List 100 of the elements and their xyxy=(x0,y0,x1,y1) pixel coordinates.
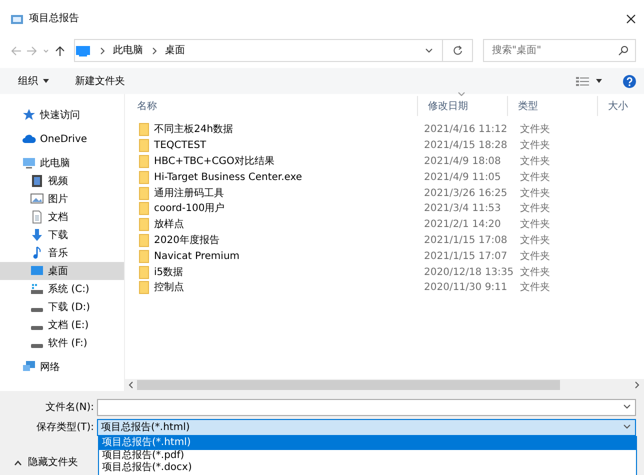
type-cell-text: 文件夹 xyxy=(519,186,551,201)
folder-icon xyxy=(139,266,149,279)
date-cell-text: 2021/2/1 14:20 xyxy=(423,218,502,232)
folder-icon xyxy=(139,250,149,263)
up-arrow-icon xyxy=(54,44,66,56)
date-cell-text: 2021/4/9 18:08 xyxy=(423,154,502,169)
sidebar-item[interactable]: 音乐 xyxy=(0,244,124,262)
help-button[interactable] xyxy=(623,74,636,88)
file-name[interactable]: 控制点 xyxy=(154,280,184,296)
type-cell-text: 文件夹 xyxy=(519,170,551,185)
up-button[interactable] xyxy=(54,44,66,56)
sidebar-item[interactable]: 下载 xyxy=(0,226,124,244)
document-icon xyxy=(30,210,44,224)
back-arrow-icon xyxy=(10,44,22,56)
sidebar-item[interactable]: 视频 xyxy=(0,172,124,190)
folder-icon xyxy=(139,234,149,247)
save-type-dropdown[interactable]: 项目总报告(*.html) xyxy=(97,418,636,436)
view-options-button[interactable] xyxy=(576,76,603,86)
column-header[interactable]: 名称 xyxy=(125,96,418,116)
drive-icon xyxy=(30,282,44,296)
drive-icon xyxy=(30,326,44,330)
cloud-icon xyxy=(22,132,36,146)
sidebar-item[interactable]: 软件 (F:) xyxy=(0,334,124,352)
breadcrumb-item[interactable]: 此电脑 xyxy=(113,43,143,58)
folder-icon xyxy=(139,154,149,168)
dropdown-option[interactable]: 项目总报告(*.html) xyxy=(99,437,636,450)
forward-arrow-icon xyxy=(26,44,38,56)
chevron-right-icon xyxy=(634,381,640,389)
file-name[interactable]: TEQCTEST xyxy=(154,138,206,154)
folder-icon xyxy=(139,218,149,232)
file-name[interactable]: Navicat Premium xyxy=(154,248,240,264)
date-cell-text: 2021/4/9 11:05 xyxy=(423,170,502,185)
sidebar-item[interactable]: 文档 xyxy=(0,208,124,226)
file-name[interactable]: Hi-Target Business Center.exe xyxy=(154,170,302,185)
organize-button[interactable]: 组织 xyxy=(18,74,50,88)
dropdown-option[interactable]: 项目总报告(*.pdf) xyxy=(99,450,636,462)
date-cell-text: 2021/3/26 16:25 xyxy=(423,186,508,201)
caret-down-icon xyxy=(42,78,50,84)
folder-icon xyxy=(139,139,149,152)
type-cell-text: 文件夹 xyxy=(519,218,551,232)
desktop-icon xyxy=(30,264,44,278)
sidebar-item[interactable]: 快速访问 xyxy=(0,106,124,124)
file-name-field[interactable] xyxy=(97,398,636,416)
sidebar-item[interactable]: 图片 xyxy=(0,190,124,208)
help-icon xyxy=(623,74,636,88)
folder-icon xyxy=(139,202,149,216)
refresh-icon xyxy=(452,45,463,56)
search-icon xyxy=(618,45,629,56)
sidebar-item[interactable]: OneDrive xyxy=(0,130,124,148)
type-cell-text: 文件夹 xyxy=(519,202,551,216)
sidebar-item[interactable]: 此电脑 xyxy=(0,154,124,172)
window-title: 项目总报告 xyxy=(29,12,79,26)
computer-icon xyxy=(75,44,91,56)
field-label: 保存类型(T): xyxy=(36,420,95,434)
file-name[interactable]: 不同主板24h数据 xyxy=(154,122,234,138)
file-name[interactable]: coord-100用户 xyxy=(154,201,225,216)
file-name[interactable]: HBC+TBC+CGO对比结果 xyxy=(154,154,274,169)
type-cell-text: 文件夹 xyxy=(519,280,551,296)
type-cell-text: 文件夹 xyxy=(519,154,551,169)
type-cell-text: 文件夹 xyxy=(519,250,551,264)
drive-icon xyxy=(30,308,44,312)
scrollbar-thumb[interactable] xyxy=(137,380,560,390)
file-name[interactable]: 放样点 xyxy=(154,217,184,232)
film-icon xyxy=(30,174,44,188)
date-cell-text: 2020/11/30 9:11 xyxy=(423,281,508,296)
sidebar-item[interactable]: 文档 (E:) xyxy=(0,316,124,334)
file-name[interactable]: i5数据 xyxy=(154,264,184,280)
sidebar-item[interactable]: 网络 xyxy=(0,358,124,376)
dropdown-option[interactable]: 项目总报告(*.docx) xyxy=(99,462,636,474)
column-header[interactable]: 类型 xyxy=(508,96,598,116)
sidebar-item[interactable]: 桌面 xyxy=(0,262,124,280)
drive-icon xyxy=(30,344,44,348)
type-cell-text: 文件夹 xyxy=(519,122,551,138)
search-field[interactable]: 搜索"桌面" xyxy=(483,39,636,62)
file-name[interactable]: 通用注册码工具 xyxy=(154,186,224,201)
close-button[interactable] xyxy=(626,14,636,24)
sidebar-item[interactable]: 下载 (D:) xyxy=(0,298,124,316)
column-header[interactable]: 修改日期 xyxy=(418,96,508,116)
sort-caret-icon xyxy=(458,92,465,96)
date-cell-text: 2020/12/18 13:35 xyxy=(423,266,514,280)
chevron-up-icon xyxy=(14,460,22,466)
field-label: 文件名(N): xyxy=(44,400,95,414)
type-cell-text: 文件夹 xyxy=(519,266,551,280)
date-cell-text: 2021/1/15 17:07 xyxy=(423,250,508,264)
picture-icon xyxy=(30,192,44,206)
close-icon xyxy=(626,14,636,24)
file-name[interactable]: 2020年度报告 xyxy=(154,232,220,248)
breadcrumb-item[interactable]: 桌面 xyxy=(165,43,185,58)
new-folder-button[interactable]: 新建文件夹 xyxy=(75,74,125,88)
star-icon xyxy=(22,108,36,122)
date-cell-text: 2021/4/16 11:12 xyxy=(423,123,508,138)
folder-icon xyxy=(139,170,149,184)
address-bar[interactable]: 此电脑 桌面 xyxy=(74,39,473,62)
computer-icon xyxy=(22,156,36,170)
folder-icon xyxy=(139,186,149,200)
column-header[interactable]: 大小 xyxy=(598,96,644,116)
chevron-left-icon xyxy=(128,381,134,389)
network-icon xyxy=(22,360,36,374)
hide-folders-button[interactable]: 隐藏文件夹 xyxy=(14,455,78,470)
sidebar-item[interactable]: 系统 (C:) xyxy=(0,280,124,298)
